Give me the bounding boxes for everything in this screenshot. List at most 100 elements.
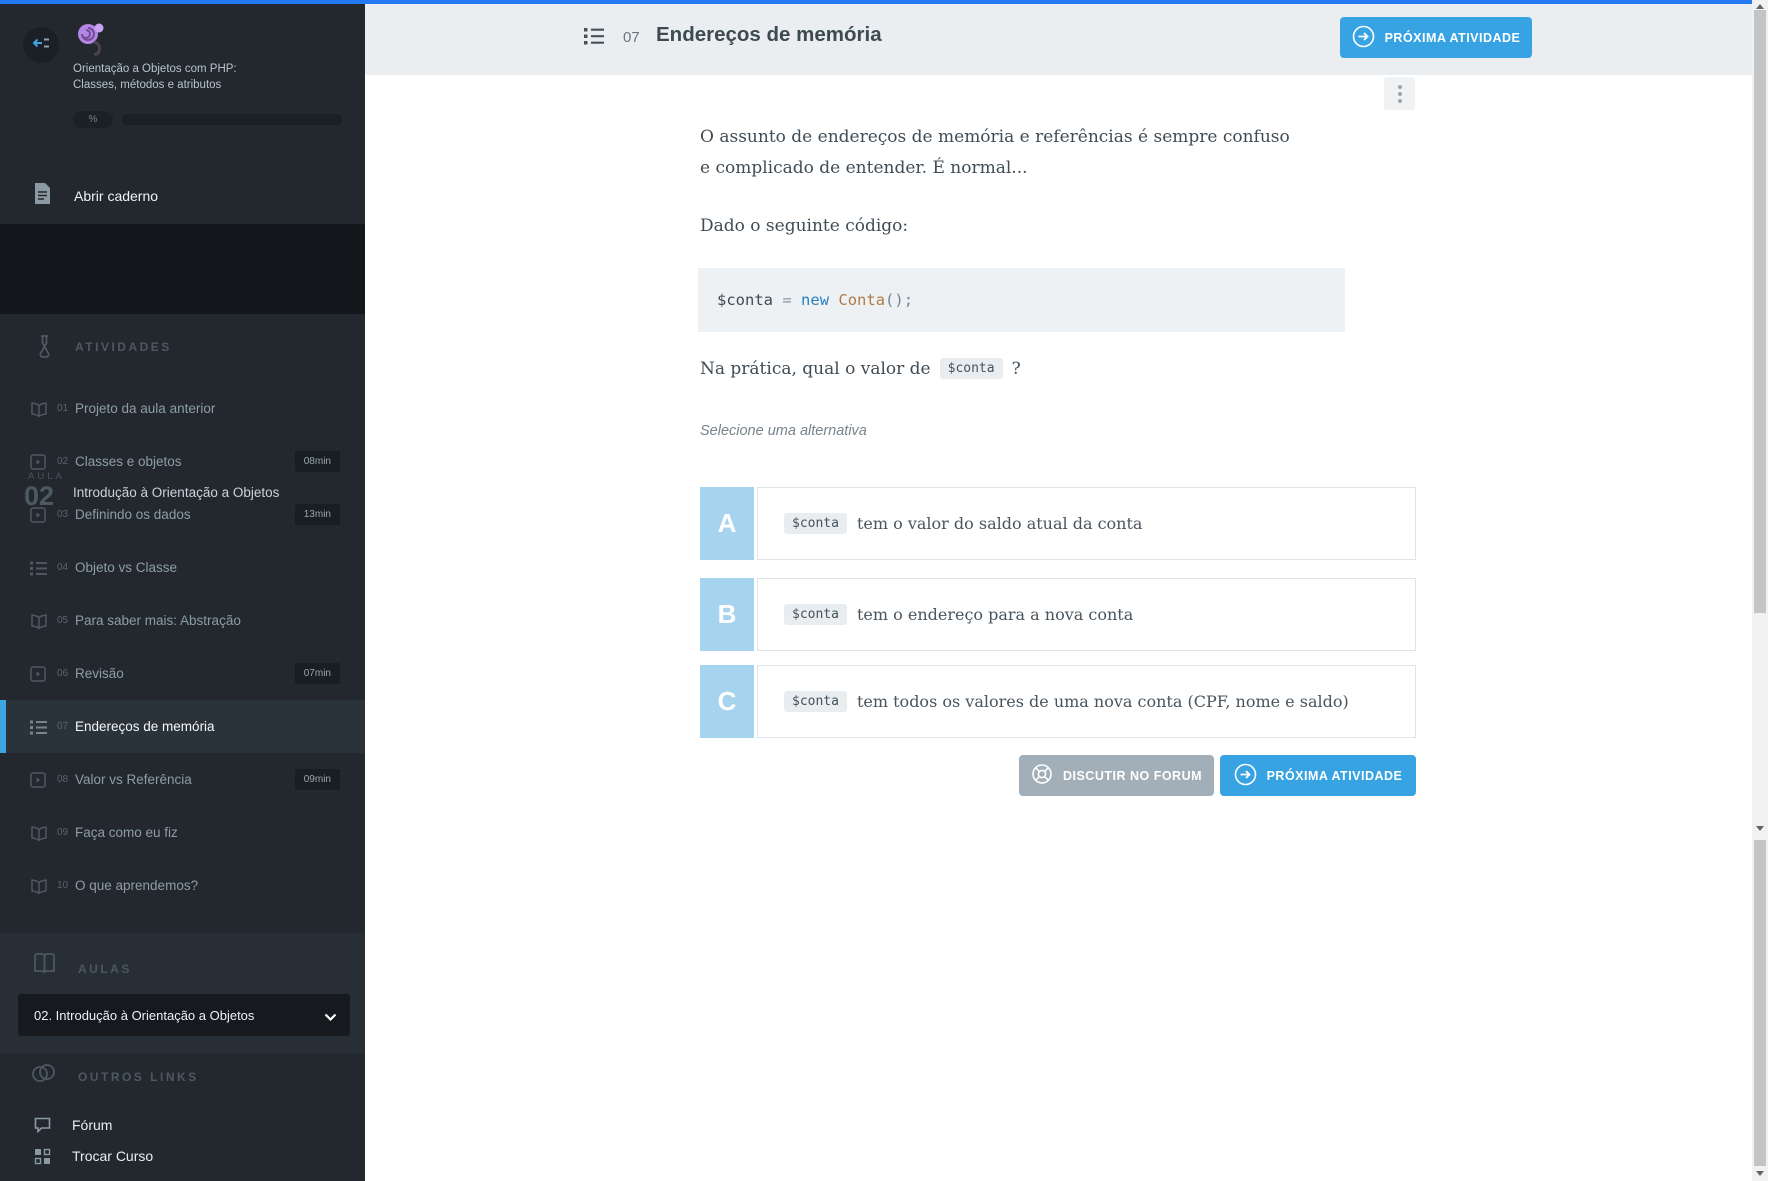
forum-link-label: Fórum bbox=[72, 1117, 113, 1133]
course-progress-bar bbox=[122, 114, 342, 125]
sidebar-item-definindo-os-dados[interactable]: 03 Definindo os dados 13min bbox=[0, 488, 365, 541]
activity-main-area: 07 Endereços de memória PRÓXIMA ATIVIDAD… bbox=[365, 0, 1752, 1181]
lesson-select-value: 02. Introdução à Orientação a Objetos bbox=[34, 1007, 255, 1023]
sidebar-link-trocar-curso[interactable]: Trocar Curso bbox=[0, 1141, 365, 1171]
lifebuoy-icon bbox=[1031, 763, 1053, 788]
activity-label: Classes e objetos bbox=[75, 454, 182, 469]
open-notebook-label: Abrir caderno bbox=[74, 188, 159, 204]
sidebar-item-para-saber-mais-abstracao[interactable]: 05 Para saber mais: Abstração bbox=[0, 594, 365, 647]
course-title: Orientação a Objetos com PHP: Classes, m… bbox=[73, 61, 333, 93]
alternative-b[interactable]: B $conta tem o endereço para a nova cont… bbox=[700, 578, 1416, 651]
code-punctuation: (); bbox=[885, 291, 914, 309]
activities-section-header: ATIVIDADES bbox=[0, 332, 365, 368]
activity-number: 05 bbox=[57, 615, 69, 626]
activity-number: 02 bbox=[57, 456, 69, 467]
duration-badge: 13min bbox=[294, 504, 340, 525]
sidebar-item-o-que-aprendemos[interactable]: 10 O que aprendemos? bbox=[0, 859, 365, 912]
switch-course-link-label: Trocar Curso bbox=[72, 1148, 154, 1164]
discuss-forum-button[interactable]: DISCUTIR NO FORUM bbox=[1019, 755, 1214, 796]
sidebar-item-projeto-da-aula-anterior[interactable]: 01 Projeto da aula anterior bbox=[0, 382, 365, 435]
question-suffix: ? bbox=[1011, 358, 1021, 379]
notebook-icon bbox=[33, 182, 52, 210]
activity-label: Revisão bbox=[75, 666, 124, 681]
activity-header: 07 Endereços de memória PRÓXIMA ATIVIDAD… bbox=[365, 0, 1752, 75]
circle-arrow-right-icon bbox=[1352, 25, 1375, 51]
links-icon bbox=[30, 1062, 57, 1092]
duration-badge: 09min bbox=[294, 769, 340, 790]
alternative-text: tem o endereço para a nova conta bbox=[856, 605, 1134, 624]
sidebar-item-enderecos-de-memoria[interactable]: 07 Endereços de memória bbox=[0, 700, 365, 753]
activity-number: 08 bbox=[57, 774, 69, 785]
activity-label: Faça como eu fiz bbox=[75, 825, 178, 840]
chat-icon bbox=[34, 1117, 51, 1133]
course-logo-icon bbox=[72, 20, 112, 60]
scrollbar-thumb[interactable] bbox=[1754, 10, 1766, 613]
circle-arrow-right-icon bbox=[1234, 763, 1257, 789]
activity-number: 04 bbox=[57, 562, 69, 573]
video-icon bbox=[30, 453, 46, 470]
activity-number: 03 bbox=[57, 509, 69, 520]
code-block: $conta = new Conta(); bbox=[698, 268, 1345, 332]
page-scrollbar-thumb[interactable] bbox=[1754, 840, 1766, 1166]
sidebar-item-classes-e-objetos[interactable]: 02 Classes e objetos 08min bbox=[0, 435, 365, 488]
page-loading-bar bbox=[0, 0, 1752, 4]
alternative-body: $conta tem o endereço para a nova conta bbox=[757, 578, 1416, 651]
alternative-body: $conta tem o valor do saldo atual da con… bbox=[757, 487, 1416, 560]
activity-number: 07 bbox=[57, 721, 69, 732]
inline-code-chip: $conta bbox=[784, 604, 847, 625]
scroll-up-arrow[interactable] bbox=[1756, 4, 1764, 9]
alternative-c[interactable]: C $conta tem todos os valores de uma nov… bbox=[700, 665, 1416, 738]
alternative-letter: C bbox=[700, 665, 754, 738]
course-title-line2: Classes, métodos e atributos bbox=[73, 79, 222, 91]
selected-indicator bbox=[0, 700, 6, 753]
open-notebook-button[interactable]: Abrir caderno bbox=[0, 168, 365, 224]
page-scroll-down-arrow[interactable] bbox=[1756, 1171, 1764, 1176]
video-icon bbox=[30, 665, 46, 682]
alternative-text: tem o valor do saldo atual da conta bbox=[856, 514, 1143, 533]
activity-number: 06 bbox=[57, 668, 69, 679]
lesson-select-dropdown[interactable]: 02. Introdução à Orientação a Objetos bbox=[18, 994, 350, 1036]
alternative-text: tem todos os valores de uma nova conta (… bbox=[856, 692, 1349, 711]
more-options-button[interactable] bbox=[1384, 77, 1415, 110]
sidebar-item-revisao[interactable]: 06 Revisão 07min bbox=[0, 647, 365, 700]
sidebar-link-forum[interactable]: Fórum bbox=[0, 1110, 365, 1140]
scroll-down-arrow[interactable] bbox=[1756, 826, 1764, 831]
activity-label: O que aprendemos? bbox=[75, 878, 199, 893]
book-icon bbox=[30, 825, 48, 841]
video-icon bbox=[30, 771, 46, 788]
book-icon bbox=[30, 878, 48, 894]
scrollbar[interactable] bbox=[1752, 0, 1768, 1181]
alternative-a[interactable]: A $conta tem o valor do saldo atual da c… bbox=[700, 487, 1416, 560]
chevron-down-icon bbox=[324, 1009, 337, 1027]
inline-code-chip: $conta bbox=[784, 513, 847, 534]
next-activity-button-top[interactable]: PRÓXIMA ATIVIDADE bbox=[1340, 17, 1532, 58]
activity-label: Projeto da aula anterior bbox=[75, 401, 216, 416]
activity-number: 07 bbox=[623, 29, 640, 46]
question-actions: DISCUTIR NO FORUM PRÓXIMA ATIVIDADE bbox=[700, 755, 1416, 796]
next-activity-label: PRÓXIMA ATIVIDADE bbox=[1384, 30, 1521, 45]
sidebar-item-valor-vs-referencia[interactable]: 08 Valor vs Referência 09min bbox=[0, 753, 365, 806]
flask-icon bbox=[34, 334, 55, 366]
code-line: $conta = new Conta(); bbox=[717, 291, 913, 309]
activity-label: Endereços de memória bbox=[75, 719, 215, 734]
code-variable: $conta bbox=[717, 291, 773, 309]
course-title-line1: Orientação a Objetos com PHP: bbox=[73, 63, 237, 75]
question-prefix: Na prática, qual o valor de bbox=[700, 358, 931, 379]
question-intro-text: O assunto de endereços de memória e refe… bbox=[700, 127, 1290, 178]
quiz-icon bbox=[30, 560, 47, 575]
activity-number: 09 bbox=[57, 827, 69, 838]
sidebar-item-faca-como-eu-fiz[interactable]: 09 Faça como eu fiz bbox=[0, 806, 365, 859]
quiz-icon bbox=[30, 719, 47, 734]
discuss-forum-label: DISCUTIR NO FORUM bbox=[1062, 768, 1203, 783]
other-links-header-label: OUTROS LINKS bbox=[78, 1070, 199, 1084]
grid-icon bbox=[34, 1148, 51, 1165]
inline-code-chip: $conta bbox=[939, 358, 1003, 379]
next-activity-button-bottom[interactable]: PRÓXIMA ATIVIDADE bbox=[1220, 755, 1416, 796]
quiz-list-icon bbox=[584, 27, 604, 50]
sidebar-item-objeto-vs-classe[interactable]: 04 Objeto vs Classe bbox=[0, 541, 365, 594]
collapse-sidebar-button[interactable] bbox=[23, 27, 59, 63]
aulas-section: AULAS 02. Introdução à Orientação a Obje… bbox=[0, 933, 365, 1054]
inline-code-chip: $conta bbox=[784, 691, 847, 712]
alternative-letter: A bbox=[700, 487, 754, 560]
activities-list: 01 Projeto da aula anterior 02 Classes e… bbox=[0, 382, 365, 912]
